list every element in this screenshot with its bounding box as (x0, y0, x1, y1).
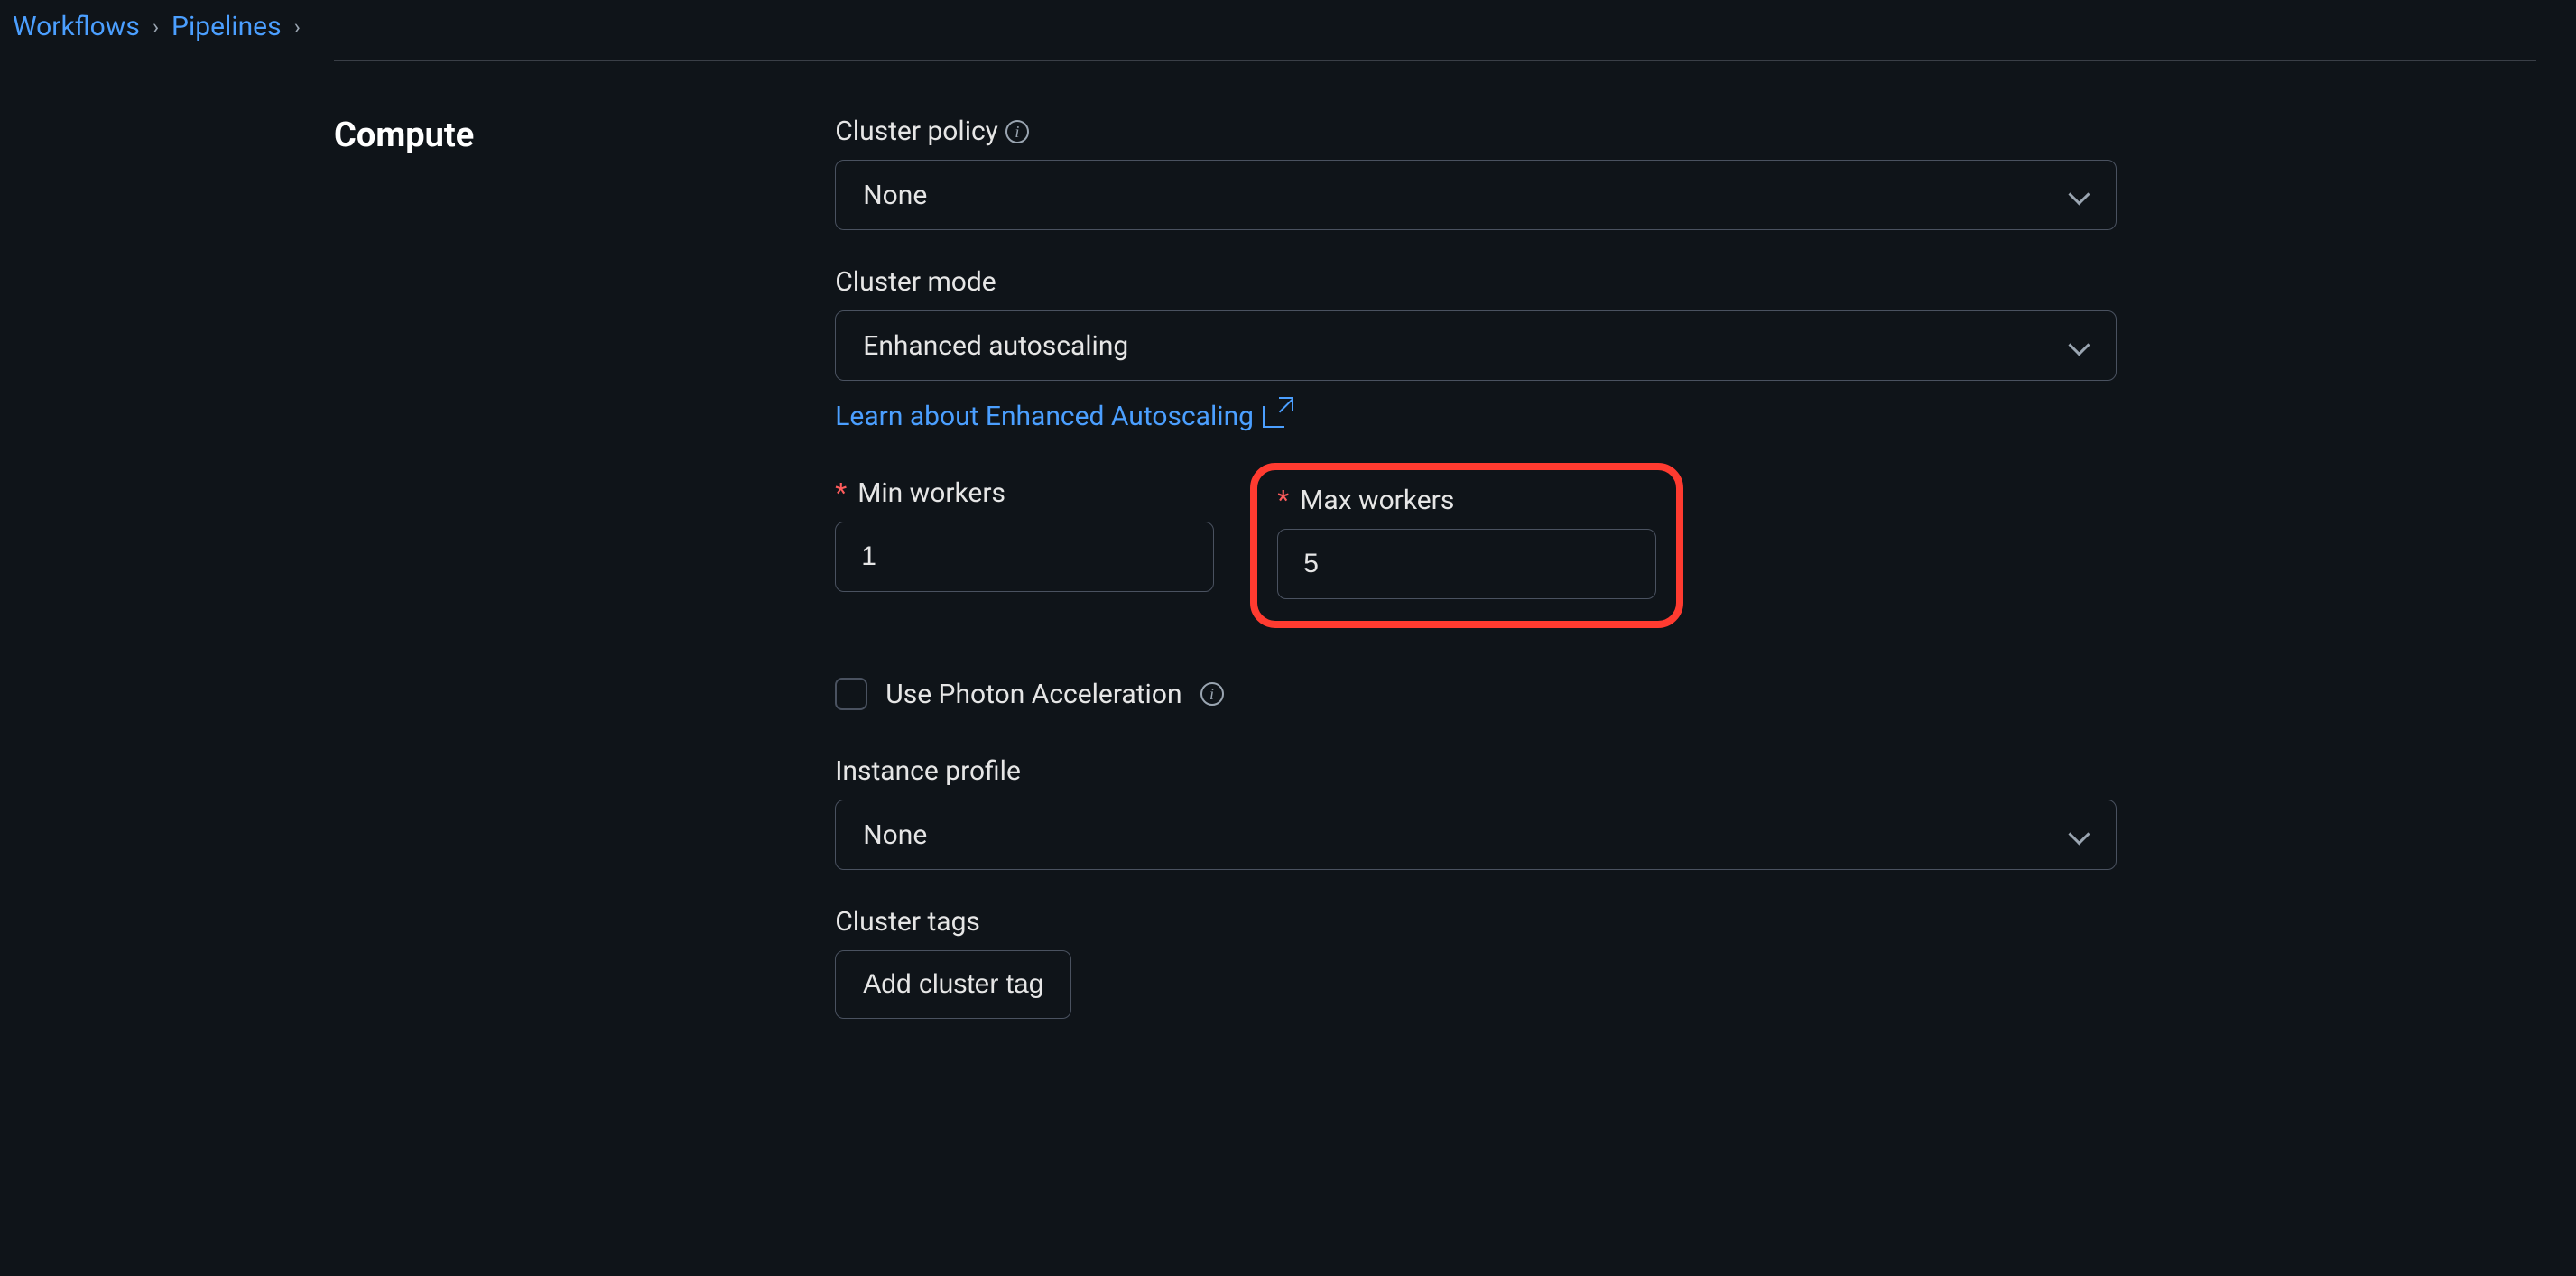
breadcrumb-link-pipelines[interactable]: Pipelines (171, 11, 282, 42)
instance-profile-value: None (863, 819, 927, 851)
instance-profile-select[interactable]: None (835, 800, 2117, 870)
cluster-policy-select[interactable]: None (835, 160, 2117, 230)
max-workers-block: * Max workers (1277, 485, 1656, 599)
min-workers-label: Min workers (857, 477, 1005, 509)
breadcrumb-link-workflows[interactable]: Workflows (13, 11, 140, 42)
min-workers-label-row: * Min workers (835, 477, 1214, 509)
learn-autoscaling-link-text: Learn about Enhanced Autoscaling (835, 401, 1254, 432)
info-icon[interactable]: i (1200, 682, 1224, 706)
photon-checkbox[interactable] (835, 678, 867, 710)
chevron-right-icon: › (153, 14, 159, 40)
section-title-compute: Compute (334, 116, 474, 155)
max-workers-label-row: * Max workers (1277, 485, 1656, 516)
required-star: * (1277, 485, 1289, 516)
compute-form: Cluster policy i None Cluster mode Enhan… (835, 116, 2117, 1055)
photon-row: Use Photon Acceleration i (835, 678, 2117, 710)
cluster-tags-label-row: Cluster tags (835, 906, 2117, 938)
instance-profile-label: Instance profile (835, 755, 1021, 787)
add-cluster-tag-button[interactable]: Add cluster tag (835, 950, 1071, 1019)
cluster-policy-value: None (863, 180, 927, 211)
cluster-mode-value: Enhanced autoscaling (863, 330, 1128, 362)
learn-autoscaling-link[interactable]: Learn about Enhanced Autoscaling (835, 401, 1284, 432)
cluster-policy-label-row: Cluster policy i (835, 116, 2117, 147)
section-heading-col: Compute (334, 116, 474, 1055)
divider (334, 60, 2536, 61)
breadcrumb: Workflows › Pipelines › (0, 0, 2576, 60)
field-workers: * Min workers * Max workers (835, 477, 2117, 628)
cluster-policy-label: Cluster policy (835, 116, 998, 147)
field-cluster-mode: Cluster mode Enhanced autoscaling Learn … (835, 266, 2117, 432)
chevron-down-icon (2069, 185, 2089, 205)
field-cluster-policy: Cluster policy i None (835, 116, 2117, 230)
cluster-mode-label: Cluster mode (835, 266, 996, 298)
cluster-tags-label: Cluster tags (835, 906, 980, 938)
min-workers-input[interactable] (835, 522, 1214, 592)
min-workers-block: * Min workers (835, 477, 1214, 628)
required-star: * (835, 477, 847, 509)
max-workers-label: Max workers (1300, 485, 1454, 516)
chevron-down-icon (2069, 825, 2089, 845)
photon-label: Use Photon Acceleration (885, 679, 1181, 710)
info-icon[interactable]: i (1005, 120, 1029, 143)
cluster-mode-label-row: Cluster mode (835, 266, 2117, 298)
external-link-icon (1263, 406, 1284, 428)
instance-profile-label-row: Instance profile (835, 755, 2117, 787)
max-workers-input[interactable] (1277, 529, 1656, 599)
field-cluster-tags: Cluster tags Add cluster tag (835, 906, 2117, 1019)
chevron-down-icon (2069, 336, 2089, 356)
field-instance-profile: Instance profile None (835, 755, 2117, 870)
cluster-mode-select[interactable]: Enhanced autoscaling (835, 310, 2117, 381)
chevron-right-icon: › (294, 14, 301, 40)
max-workers-highlight: * Max workers (1250, 463, 1683, 628)
